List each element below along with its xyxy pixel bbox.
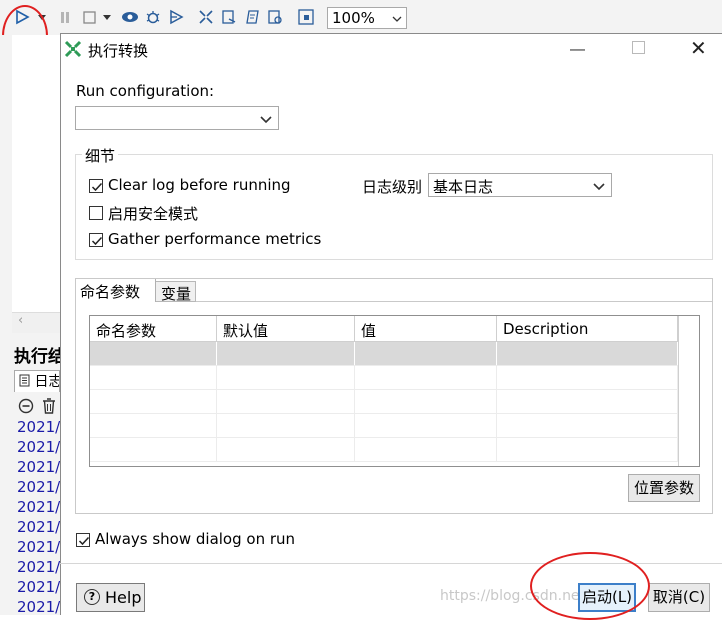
clear-log-label: Clear log before running: [108, 176, 291, 194]
tab-variables[interactable]: 变量: [156, 281, 196, 303]
table-cell[interactable]: [217, 390, 355, 413]
tabs-divider: [196, 301, 712, 302]
column-header[interactable]: 值: [355, 316, 497, 342]
table-cell[interactable]: [90, 366, 217, 389]
gather-metrics-label: Gather performance metrics: [108, 230, 322, 248]
always-show-label: Always show dialog on run: [95, 530, 296, 548]
log-line: 2021/: [17, 538, 60, 556]
log-level-label: 日志级别: [362, 178, 423, 196]
table-cell[interactable]: [355, 438, 497, 461]
table-cell[interactable]: [497, 414, 678, 437]
debug-icon[interactable]: [144, 8, 162, 26]
always-show-checkbox[interactable]: [76, 533, 90, 547]
zoom-value: 100%: [332, 9, 375, 27]
table-cell[interactable]: [355, 390, 497, 413]
log-line: 2021/: [17, 518, 60, 536]
tab-named-params[interactable]: 命名参数: [76, 279, 156, 302]
log-line: 2021/: [17, 418, 60, 436]
table-cell[interactable]: [217, 438, 355, 461]
params-table: 命名参数 默认值 值 Description: [89, 315, 700, 467]
tab-log[interactable]: 日志: [14, 370, 60, 392]
table-cell[interactable]: [355, 414, 497, 437]
trash-icon[interactable]: [42, 398, 56, 418]
table-cell[interactable]: [90, 342, 217, 365]
table-scroll-gutter[interactable]: [678, 316, 699, 466]
table-row[interactable]: [90, 414, 699, 438]
table-cell[interactable]: [217, 414, 355, 437]
chevron-down-icon: [392, 10, 402, 27]
table-cell[interactable]: [217, 366, 355, 389]
log-level-value: 基本日志: [433, 178, 494, 196]
log-line: 2021/: [17, 598, 60, 616]
table-cell[interactable]: [355, 366, 497, 389]
safe-mode-checkbox[interactable]: [89, 206, 103, 220]
zoom-select[interactable]: 100%: [327, 7, 407, 29]
table-cell[interactable]: [497, 342, 678, 365]
log-level-select[interactable]: 基本日志: [428, 173, 612, 197]
log-line: 2021/: [17, 578, 60, 596]
table-cell[interactable]: [217, 342, 355, 365]
table-cell[interactable]: [90, 390, 217, 413]
chevron-down-icon: [260, 111, 272, 124]
table-cell[interactable]: [355, 342, 497, 365]
log-toolbar: [18, 398, 60, 416]
table-cell[interactable]: [90, 414, 217, 437]
help-icon: ?: [84, 589, 100, 605]
help-button[interactable]: ? Help: [76, 583, 145, 612]
red-annotation-circle: [530, 552, 650, 620]
explore-db-icon[interactable]: [266, 8, 284, 26]
canvas-area: [12, 35, 61, 330]
kettle-transform-icon: [64, 40, 82, 58]
replay-icon[interactable]: [167, 8, 185, 26]
table-row[interactable]: [90, 342, 699, 366]
verify-icon[interactable]: [197, 8, 215, 26]
minimize-icon[interactable]: ―: [570, 40, 585, 58]
chevron-down-icon: [593, 178, 605, 191]
run-configuration-label: Run configuration:: [76, 82, 215, 100]
run-configuration-select[interactable]: [75, 106, 279, 130]
column-header[interactable]: 默认值: [217, 316, 355, 342]
close-icon[interactable]: ✕: [690, 36, 707, 60]
sql-icon[interactable]: [244, 8, 262, 26]
table-cell[interactable]: [90, 438, 217, 461]
chevron-left-icon[interactable]: ‹: [18, 313, 23, 328]
column-header[interactable]: Description: [497, 316, 678, 342]
log-line: 2021/: [17, 438, 60, 456]
show-results-icon[interactable]: [297, 8, 315, 26]
maximize-icon[interactable]: [632, 41, 645, 54]
pause-icon[interactable]: [56, 8, 74, 26]
log-line: 2021/: [17, 458, 60, 476]
safe-mode-label: 启用安全模式: [108, 205, 199, 223]
horizontal-scrollbar[interactable]: ‹: [12, 312, 60, 333]
tab-log-label: 日志: [34, 374, 60, 390]
table-cell[interactable]: [497, 366, 678, 389]
exec-results-title: 执行结: [14, 347, 60, 367]
table-cell[interactable]: [497, 438, 678, 461]
log-line: 2021/: [17, 558, 60, 576]
main-toolbar: 100%: [0, 0, 722, 36]
cancel-button[interactable]: 取消(C): [648, 583, 710, 612]
table-cell[interactable]: [497, 390, 678, 413]
clear-log-icon[interactable]: [18, 398, 34, 418]
dialog-title: 执行转换: [88, 42, 149, 60]
details-legend: 细节: [82, 145, 119, 166]
table-row[interactable]: [90, 366, 699, 390]
impact-icon[interactable]: [220, 8, 238, 26]
stop-icon[interactable]: [80, 8, 98, 26]
table-row[interactable]: [90, 438, 699, 462]
dropdown-icon[interactable]: [101, 8, 113, 26]
document-icon: [19, 374, 34, 390]
gather-metrics-checkbox[interactable]: [89, 233, 103, 247]
help-button-label: Help: [105, 588, 142, 607]
log-line: 2021/: [17, 498, 60, 516]
table-row[interactable]: [90, 390, 699, 414]
log-line: 2021/: [17, 478, 60, 496]
preview-icon[interactable]: [121, 8, 139, 26]
position-params-button[interactable]: 位置参数: [628, 474, 700, 502]
column-header[interactable]: 命名参数: [90, 316, 217, 342]
clear-log-checkbox[interactable]: [89, 179, 103, 193]
